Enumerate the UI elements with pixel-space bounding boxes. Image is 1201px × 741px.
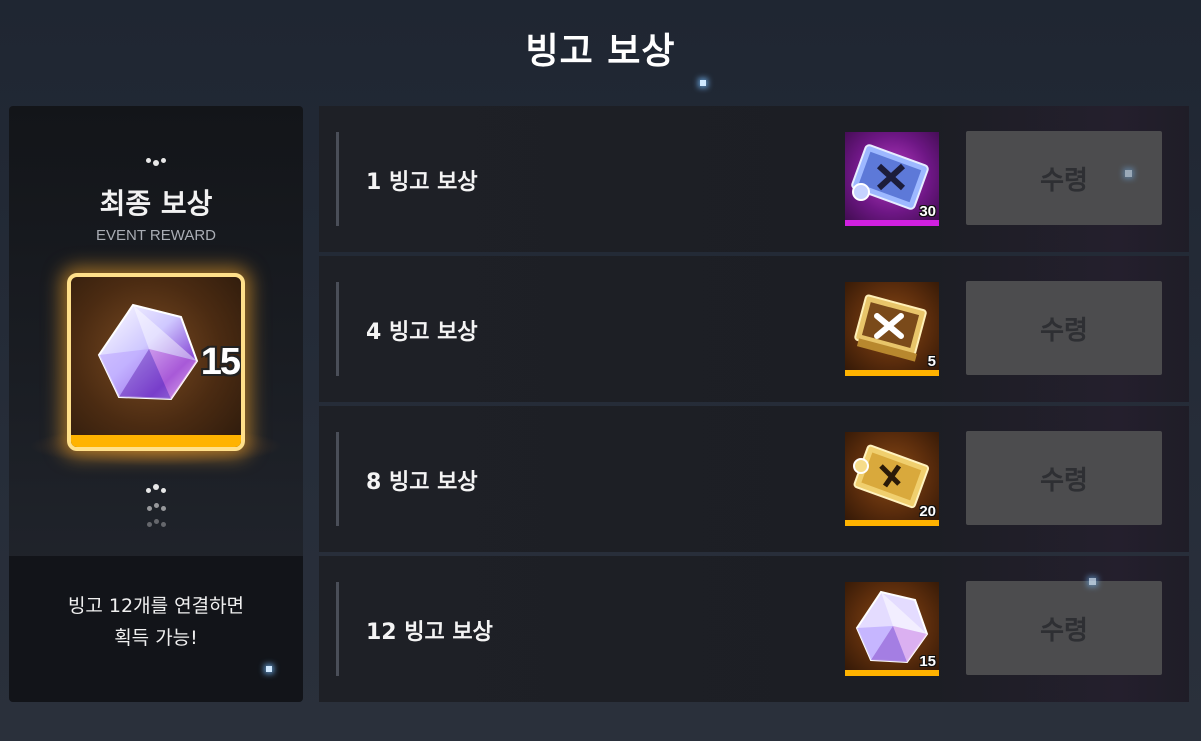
rarity-strip xyxy=(71,435,241,447)
item-quantity: 30 xyxy=(919,203,936,220)
rarity-strip xyxy=(845,220,939,226)
reward-row: 12 빙고 보상 15 수령 xyxy=(319,556,1189,702)
reward-item[interactable]: 5 xyxy=(845,282,939,376)
sparkle-decoration xyxy=(1125,170,1132,177)
row-accent xyxy=(336,132,339,226)
reward-label: 1 빙고 보상 xyxy=(366,170,478,195)
reward-label: 12 빙고 보상 xyxy=(366,620,493,645)
sparkle-decoration xyxy=(700,80,706,86)
row-accent xyxy=(336,282,339,376)
claim-button[interactable]: 수령 xyxy=(966,281,1162,375)
reward-item[interactable]: 15 xyxy=(845,582,939,676)
final-reward-subtitle: EVENT REWARD xyxy=(95,227,216,244)
claim-button[interactable]: 수령 xyxy=(966,131,1162,225)
description-line: 획득 가능! xyxy=(114,627,198,649)
sparkle-decoration xyxy=(1089,578,1096,585)
rarity-strip xyxy=(845,670,939,676)
item-quantity: 20 xyxy=(919,503,936,520)
sparkle-decoration xyxy=(266,666,272,672)
reward-item[interactable]: 30 xyxy=(845,132,939,226)
page-title: 빙고 보상 xyxy=(525,31,676,72)
final-item-count: 15 xyxy=(200,341,241,383)
reward-item[interactable]: 20 xyxy=(845,432,939,526)
claim-button[interactable]: 수령 xyxy=(966,431,1162,525)
item-quantity: 5 xyxy=(927,353,936,370)
gold-crossed-swords-plate-icon xyxy=(854,294,927,362)
rarity-strip xyxy=(845,520,939,526)
final-reward-title: 최종 보상 xyxy=(99,187,213,220)
final-reward-item[interactable]: 15 xyxy=(67,273,245,451)
claim-button[interactable]: 수령 xyxy=(966,581,1162,675)
dots-decoration xyxy=(9,512,303,531)
reward-row: 8 빙고 보상 20 수령 xyxy=(319,406,1189,552)
rarity-strip xyxy=(845,370,939,376)
reward-label: 4 빙고 보상 xyxy=(366,320,478,345)
reward-label: 8 빙고 보상 xyxy=(366,470,478,495)
dots-decoration xyxy=(9,478,303,497)
reward-row: 4 빙고 보상 5 수령 xyxy=(319,256,1189,402)
crystal-gem-icon xyxy=(97,303,199,401)
row-accent xyxy=(336,582,339,676)
row-accent xyxy=(336,432,339,526)
final-reward-description: 빙고 12개를 연결하면 획득 가능! xyxy=(29,590,283,654)
item-quantity: 15 xyxy=(919,653,936,670)
dots-decoration xyxy=(9,148,303,167)
description-line: 빙고 12개를 연결하면 xyxy=(67,595,245,617)
reward-row: 1 빙고 보상 30 수령 xyxy=(319,106,1189,252)
final-reward-description-box: 빙고 12개를 연결하면 획득 가능! xyxy=(9,556,303,702)
final-reward-panel: 최종 보상 EVENT REWARD 15 빙고 12개를 연결하면 획득 가능… xyxy=(9,106,303,702)
